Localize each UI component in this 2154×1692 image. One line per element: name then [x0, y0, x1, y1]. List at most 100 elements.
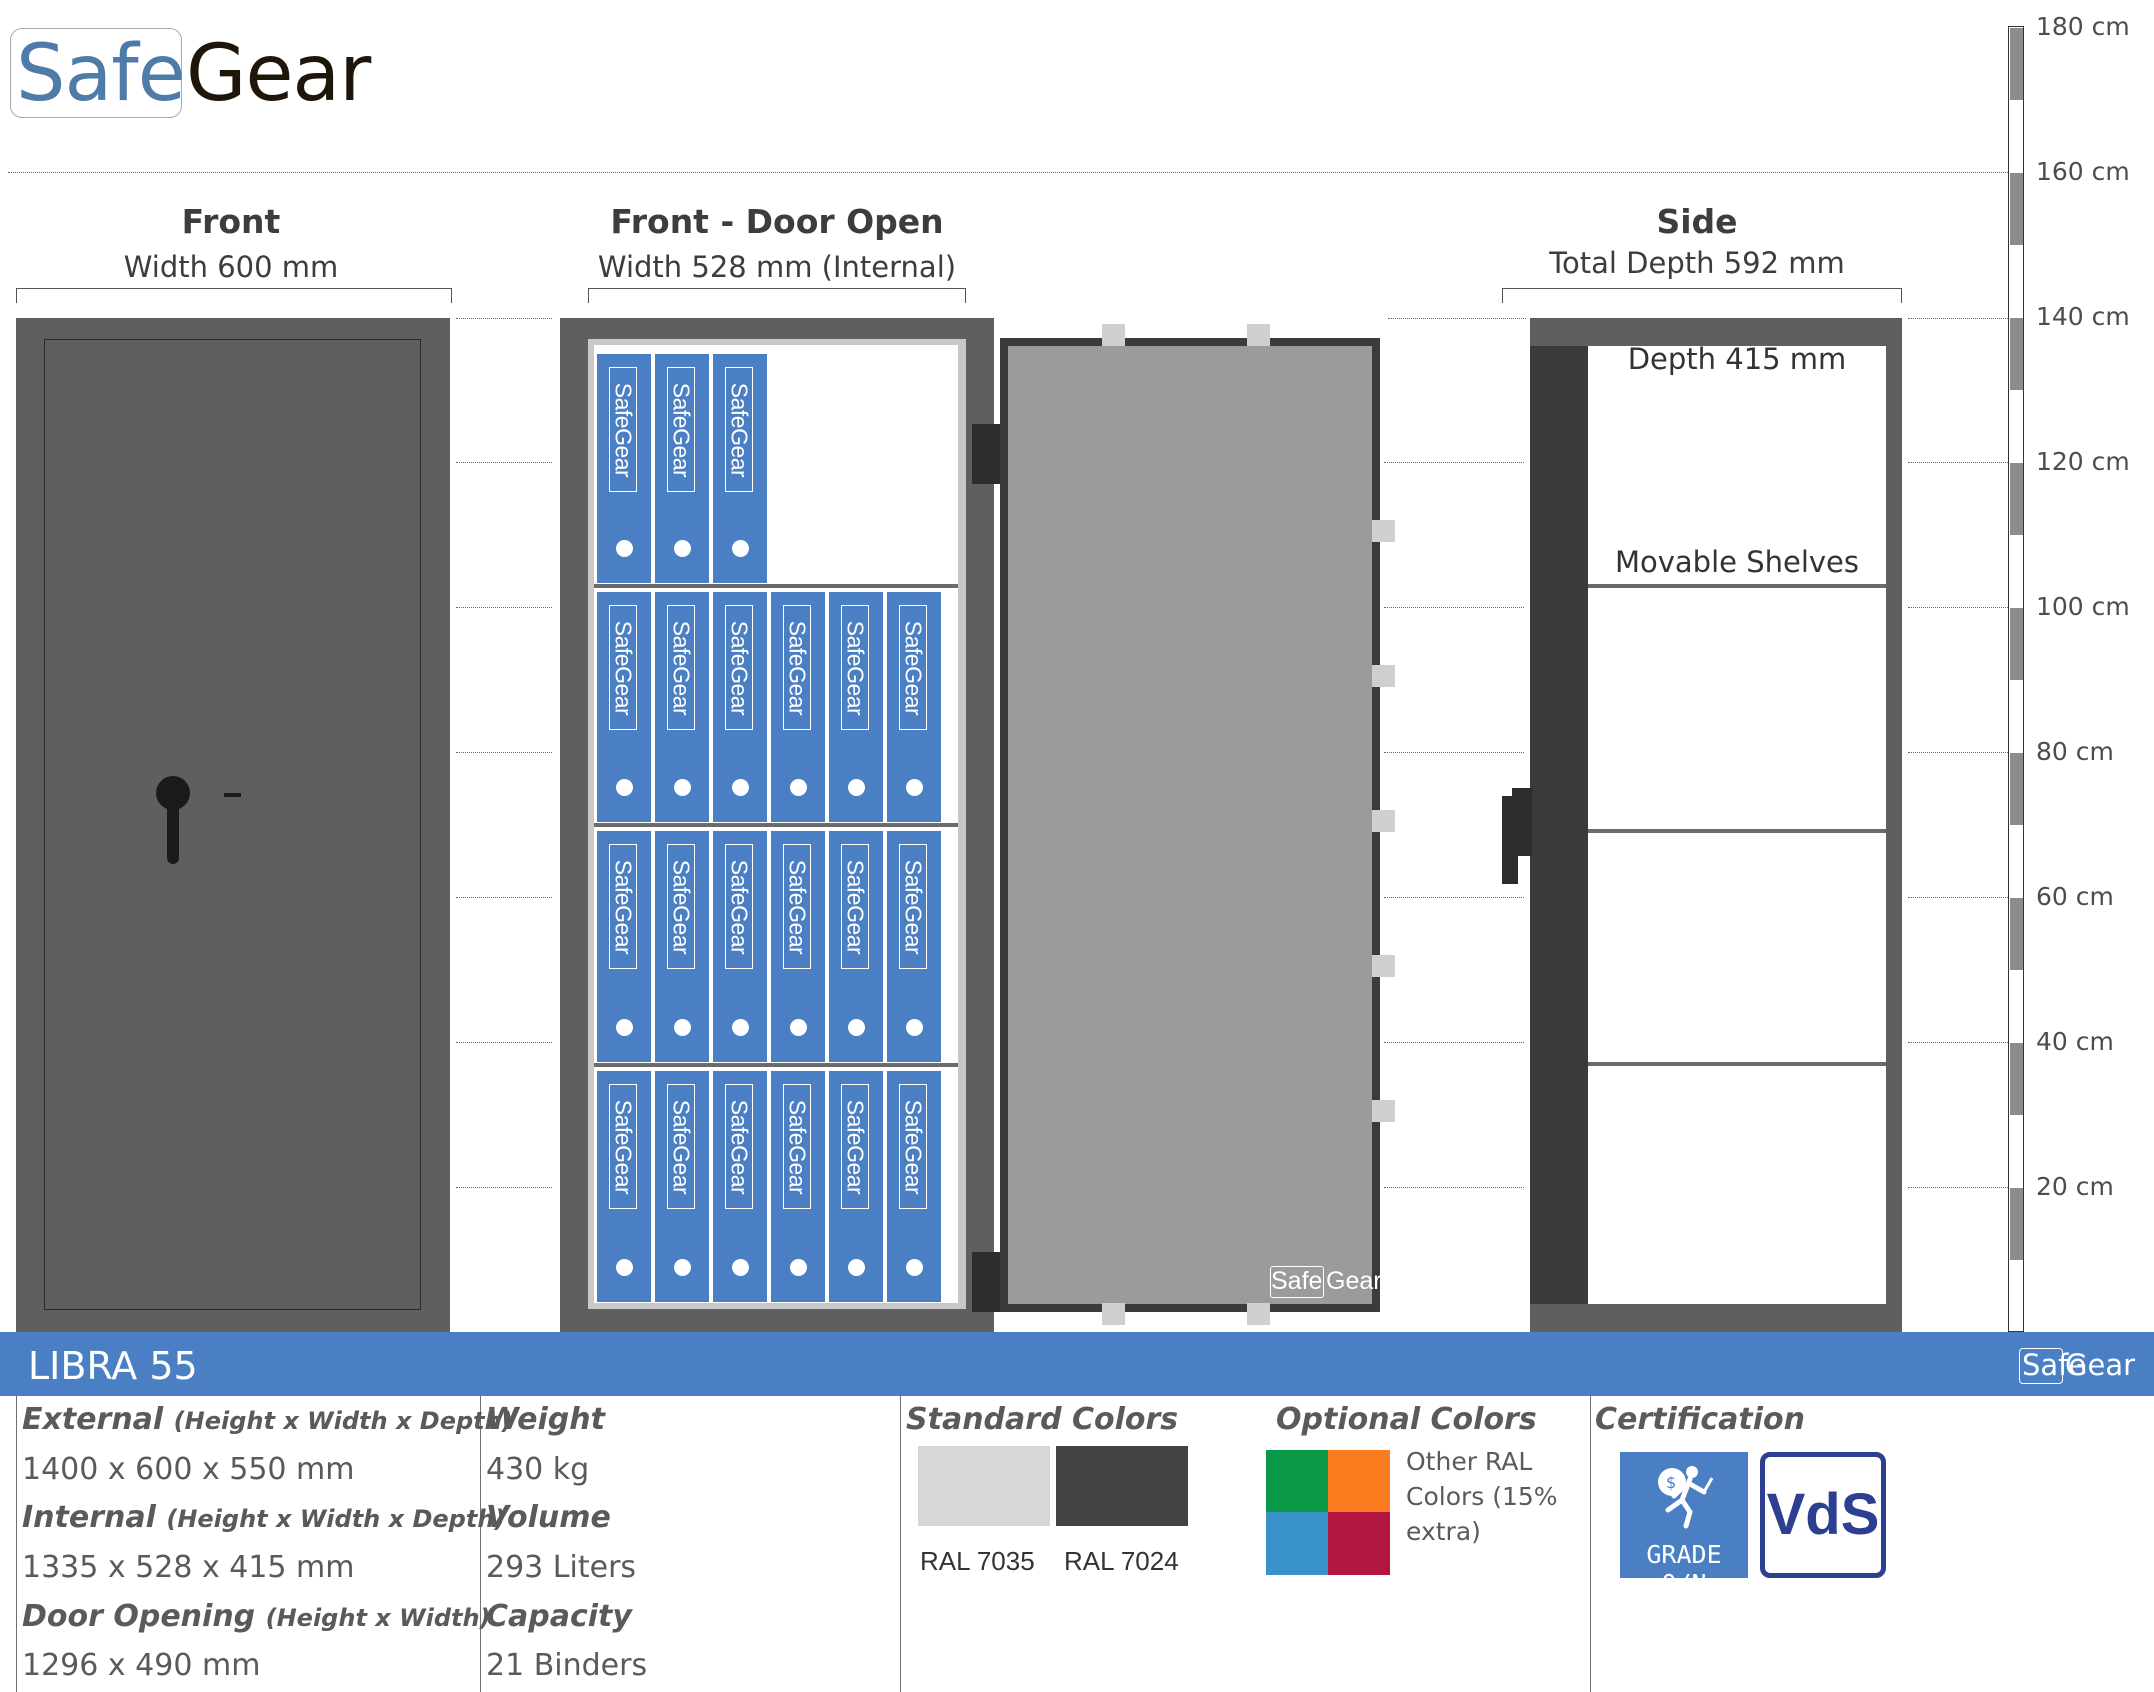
standard-colors-heading: Standard Colors [906, 1402, 1179, 1437]
binder: SafeGear [713, 831, 767, 1062]
guide-line [1384, 462, 1524, 463]
guide-line [456, 318, 552, 319]
guide-line [1384, 897, 1524, 898]
ruler-label-40: 40 cm [2036, 1027, 2114, 1056]
door-handle-icon [167, 790, 179, 864]
ruler-segment [2010, 898, 2023, 970]
binder-label: SafeGear [784, 620, 811, 715]
ruler-label-120: 120 cm [2036, 447, 2130, 476]
side-shelf [1588, 584, 1886, 588]
ruler-label-80: 80 cm [2036, 737, 2114, 766]
optional-note-line: Colors (15% [1406, 1482, 1558, 1511]
binder-ring-hole-icon [616, 1019, 633, 1036]
spec-divider [16, 1396, 17, 1692]
guide-line-160 [8, 172, 2008, 173]
vds-badge: VdS [1760, 1452, 1886, 1578]
binder-ring-hole-icon [674, 779, 691, 796]
door-bolt [1372, 520, 1395, 542]
binder: SafeGear [713, 1071, 767, 1302]
ruler-segment [2010, 753, 2023, 825]
binder-label: SafeGear [842, 620, 869, 715]
door-open-view-title: Front - Door Open [610, 202, 944, 241]
guide-line [1388, 318, 1526, 319]
side-handle-base [1512, 788, 1532, 856]
weight-value: 430 kg [486, 1452, 590, 1487]
color-swatch-ral-7024 [1056, 1446, 1188, 1526]
internal-width-bracket [588, 288, 966, 303]
binder-ring-hole-icon [848, 779, 865, 796]
ruler-label-140: 140 cm [2036, 302, 2130, 331]
binder-label: SafeGear [784, 859, 811, 954]
guide-line [1908, 752, 2008, 753]
side-depth-label: Depth 415 mm [1627, 342, 1847, 376]
binder-label: SafeGear [668, 1099, 695, 1194]
binder-ring-hole-icon [848, 1259, 865, 1276]
guide-line [456, 1187, 552, 1188]
door-bolt [1372, 665, 1395, 687]
binder-label: SafeGear [610, 859, 637, 954]
binder-ring-hole-icon [790, 1259, 807, 1276]
side-door-thickness [1530, 346, 1588, 1304]
binder-ring-hole-icon [906, 779, 923, 796]
binder-ring-hole-icon [732, 779, 749, 796]
ruler-segment [2010, 463, 2023, 535]
external-dimensions-heading: External (Height x Width x Depth) [22, 1402, 513, 1437]
ral-7024-label: RAL 7024 [1064, 1546, 1179, 1576]
side-view-depth: Total Depth 592 mm [1549, 246, 1845, 280]
ruler-segment [2010, 28, 2023, 100]
spec-divider [900, 1396, 901, 1692]
side-shelf [1588, 829, 1886, 833]
binder: SafeGear [655, 831, 709, 1062]
product-name: LIBRA 55 [28, 1344, 198, 1388]
door-open-view-width: Width 528 mm (Internal) [597, 250, 957, 284]
binder: SafeGear [829, 831, 883, 1062]
guide-line [1908, 1042, 2008, 1043]
front-width-bracket [16, 288, 452, 303]
guide-line [1908, 462, 2008, 463]
guide-line [1384, 1042, 1524, 1043]
optional-note-line: extra) [1406, 1517, 1481, 1546]
internal-label: Internal [22, 1500, 156, 1535]
svg-text:$: $ [1666, 1473, 1676, 1492]
ruler-segment [2010, 173, 2023, 245]
binder: SafeGear [771, 831, 825, 1062]
door-opening-value: 1296 x 490 mm [22, 1648, 261, 1683]
external-label: External [22, 1402, 164, 1437]
logo-gear-text: Gear [186, 29, 371, 119]
weight-label: Weight [486, 1402, 605, 1437]
capacity-label: Capacity [486, 1599, 632, 1634]
optional-note-line: Other RAL [1406, 1447, 1533, 1476]
ral-7035-label: RAL 7035 [920, 1546, 1035, 1576]
grade-text: GRADE 0/N [1646, 1540, 1722, 1598]
binder: SafeGear [655, 1071, 709, 1302]
logo-safe-text: Safe [16, 29, 186, 119]
binder: SafeGear [829, 1071, 883, 1302]
side-shelf [1588, 1062, 1886, 1066]
binder-ring-hole-icon [616, 540, 633, 557]
depth-bracket [1502, 288, 1902, 303]
front-door-panel [44, 339, 421, 1310]
interior-shelf [594, 823, 958, 827]
binder-ring-hole-icon [790, 1019, 807, 1036]
binder-label: SafeGear [900, 859, 927, 954]
optional-swatch-green [1266, 1450, 1328, 1512]
external-note: (Height x Width x Depth) [173, 1407, 513, 1435]
binder-ring-hole-icon [732, 1259, 749, 1276]
guide-line [456, 607, 552, 608]
binder-label: SafeGear [610, 1099, 637, 1194]
guide-line [456, 462, 552, 463]
binder: SafeGear [887, 1071, 941, 1302]
door-logo-gear: Gear [1326, 1267, 1382, 1295]
binder: SafeGear [655, 354, 709, 583]
certification-heading: Certification [1595, 1402, 1806, 1437]
binder: SafeGear [887, 831, 941, 1062]
binder-ring-hole-icon [732, 540, 749, 557]
banner-logo-gear: Gear [2065, 1348, 2136, 1382]
internal-dimensions-value: 1335 x 528 x 415 mm [22, 1550, 355, 1585]
side-interior [1588, 346, 1886, 1304]
binder-ring-hole-icon [848, 1019, 865, 1036]
binder-ring-hole-icon [616, 779, 633, 796]
door-opening-label: Door Opening [22, 1599, 256, 1634]
open-door-panel [1008, 346, 1372, 1304]
front-view-width: Width 600 mm [123, 250, 339, 284]
